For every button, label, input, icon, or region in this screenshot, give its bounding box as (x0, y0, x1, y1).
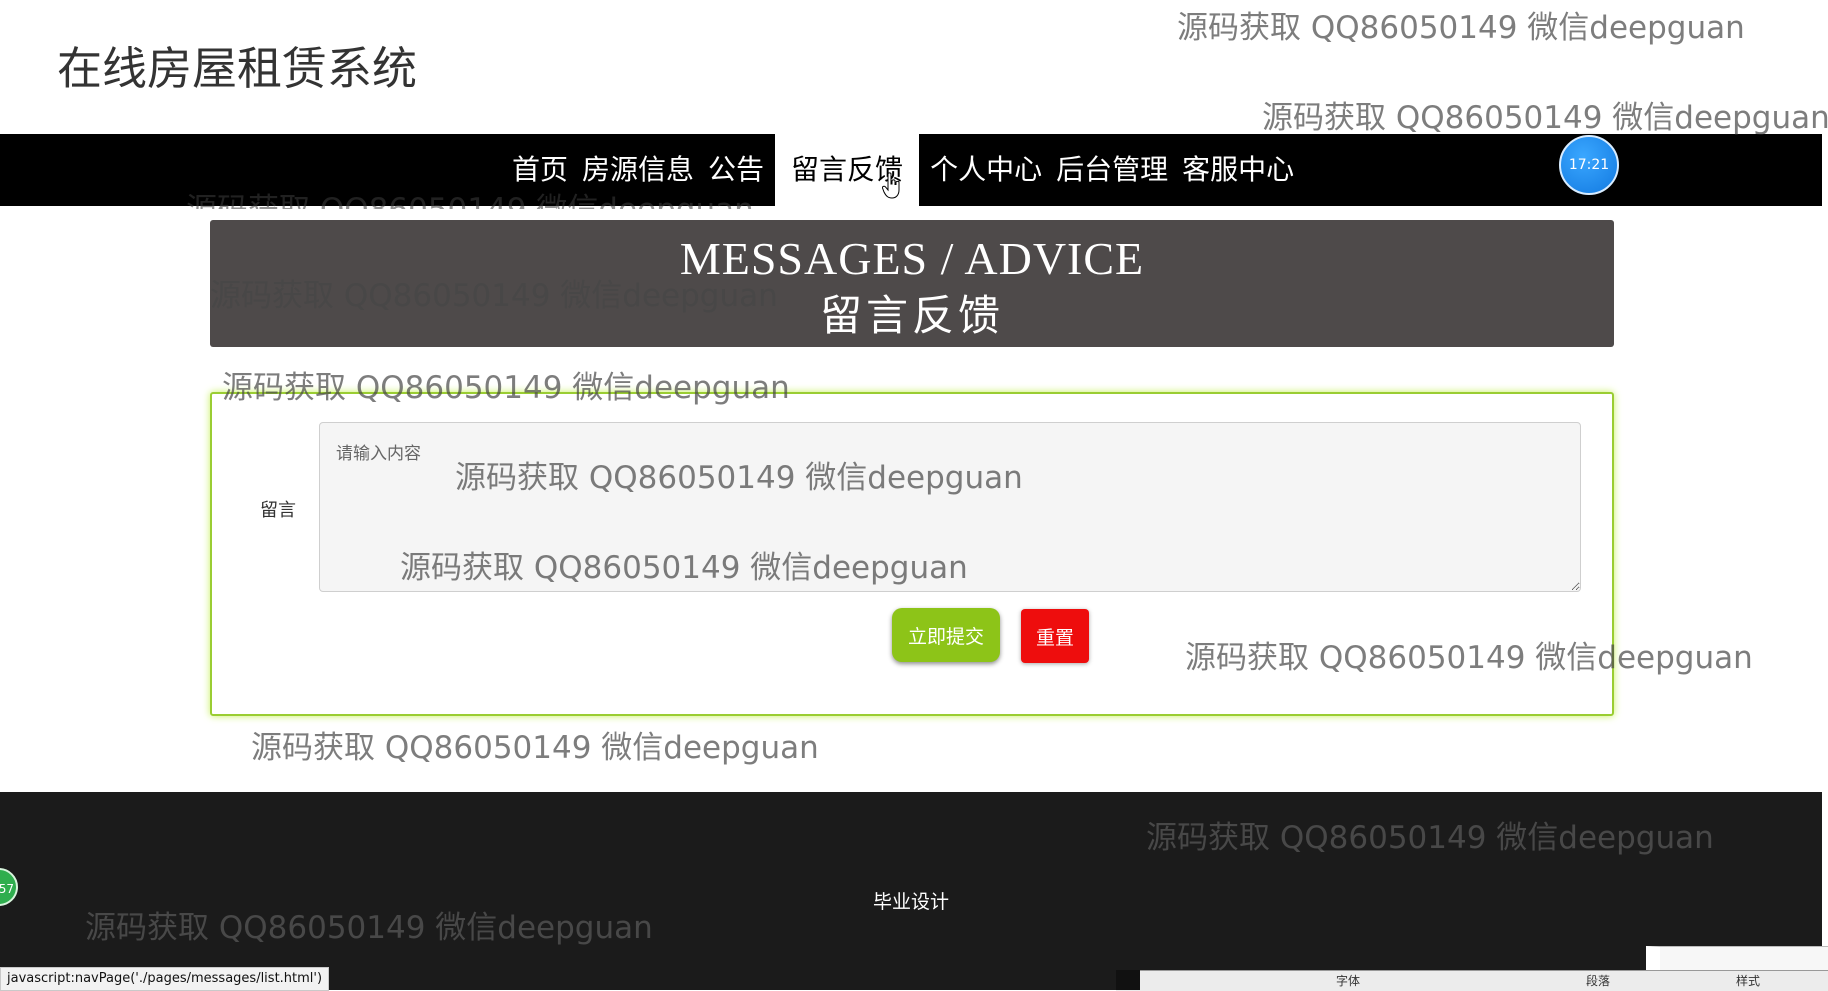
taskbar-item-paragraph[interactable]: 段落 (1586, 971, 1610, 991)
message-label: 留言 (260, 500, 296, 521)
taskbar-item-style[interactable]: 样式 (1736, 971, 1760, 991)
watermark-text: 源码获取 QQ86050149 微信deepguan (222, 370, 790, 406)
watermark-text: 源码获取 QQ86050149 微信deepguan (455, 460, 1023, 496)
status-bar-url: javascript:navPage('./pages/messages/lis… (0, 967, 330, 991)
taskbar-item-font[interactable]: 字体 (1336, 971, 1360, 991)
taskbar-panel-edge (1646, 946, 1828, 971)
reset-button[interactable]: 重置 (1021, 609, 1089, 663)
nav-item-support[interactable]: 客服中心 (1175, 134, 1301, 206)
site-title: 在线房屋租赁系统 (57, 42, 418, 95)
taskbar-fragment: 字体 段落 样式 (1116, 970, 1828, 991)
watermark-text: 源码获取 QQ86050149 微信deepguan (1262, 100, 1828, 136)
watermark-text: 源码获取 QQ86050149 微信deepguan (251, 730, 819, 766)
watermark-text: 源码获取 QQ86050149 微信deepguan (1146, 820, 1714, 856)
submit-button[interactable]: 立即提交 (892, 608, 1000, 662)
watermark-text: 源码获取 QQ86050149 微信deepguan (85, 910, 653, 946)
hand-cursor-icon (882, 172, 900, 199)
nav-item-profile[interactable]: 个人中心 (923, 134, 1049, 206)
watermark-text: 源码获取 QQ86050149 微信deepguan (210, 278, 778, 314)
taskbar-dark-segment (1116, 970, 1140, 990)
floating-clock-button[interactable]: 17:21 (1559, 135, 1619, 195)
watermark-text: 源码获取 QQ86050149 微信deepguan (400, 550, 968, 586)
nav-item-admin[interactable]: 后台管理 (1049, 134, 1175, 206)
watermark-text: 源码获取 QQ86050149 微信deepguan (1185, 640, 1753, 676)
watermark-text: 源码获取 QQ86050149 微信deepguan (1177, 10, 1745, 46)
